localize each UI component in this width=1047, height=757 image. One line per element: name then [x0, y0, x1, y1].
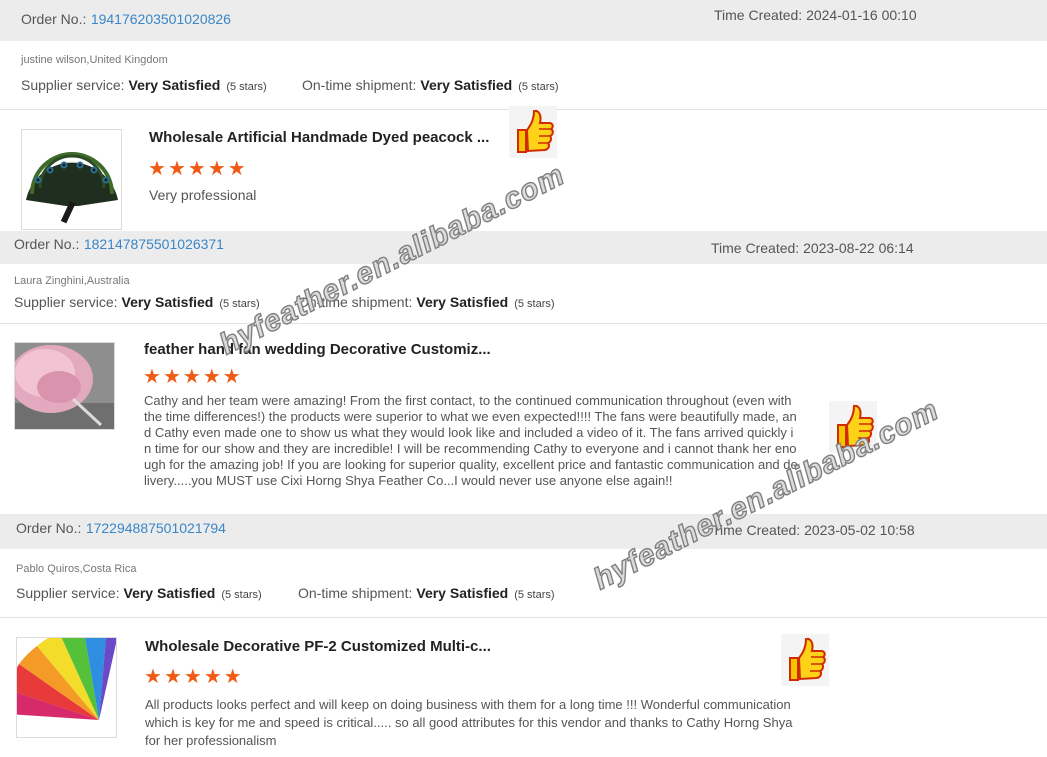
star-icon: ★: [183, 666, 204, 688]
product-thumbnail[interactable]: [16, 637, 117, 738]
shipment-stars: (5 stars): [514, 298, 555, 310]
star-icon: ★: [143, 366, 163, 388]
order-no-label: Order No.:: [21, 11, 87, 27]
star-icon: ★: [144, 666, 164, 688]
thumbs-up-icon: [781, 634, 829, 686]
product-title-link[interactable]: feather hand fan wedding Decorative Cust…: [144, 341, 491, 358]
supplier-service-value: Very Satisfied: [121, 294, 214, 310]
pink-feather-fan-image: [15, 343, 114, 429]
supplier-service-label: Supplier service:: [21, 77, 125, 93]
order-no-label: Order No.:: [16, 520, 82, 536]
star-icon: ★: [203, 666, 224, 688]
buyer-info: Pablo Quiros,Costa Rica: [16, 563, 137, 575]
peacock-fan-image: [26, 152, 118, 224]
review-comment: All products looks perfect and will keep…: [145, 697, 793, 748]
shipment-rating: On-time shipment: Very Satisfied (5 stars): [302, 77, 559, 93]
order-number-link[interactable]: 182147875501026371: [84, 236, 224, 252]
shipment-rating: On-time shipment: Very Satisfied (5 stars): [298, 585, 555, 601]
product-thumbnail[interactable]: [21, 129, 122, 230]
star-rating: ★★★★★: [144, 667, 244, 687]
supplier-service-label: Supplier service:: [16, 585, 120, 601]
thumbs-up-icon: [509, 106, 557, 158]
product-title-link[interactable]: Wholesale Artificial Handmade Dyed peaco…: [149, 129, 489, 146]
time-created-value: 2024-01-16 00:10: [806, 7, 917, 23]
supplier-service-rating: Supplier service: Very Satisfied (5 stars): [14, 294, 260, 310]
star-icon: ★: [182, 366, 203, 388]
supplier-service-label: Supplier service:: [14, 294, 118, 310]
supplier-service-stars: (5 stars): [221, 589, 262, 601]
rainbow-feather-fan-image: [17, 638, 116, 720]
star-icon: ★: [148, 158, 168, 180]
shipment-value: Very Satisfied: [420, 77, 513, 93]
review-comment: Very professional: [149, 187, 257, 203]
supplier-service-rating: Supplier service: Very Satisfied (5 stars): [21, 77, 267, 93]
order-number-link[interactable]: 194176203501020826: [91, 11, 231, 27]
time-created-value: 2023-05-02 10:58: [804, 522, 915, 538]
star-rating: ★★★★★: [148, 159, 248, 179]
star-icon: ★: [162, 366, 183, 388]
time-created: Time Created: 2023-08-22 06:14: [711, 240, 914, 256]
supplier-service-stars: (5 stars): [219, 298, 260, 310]
star-icon: ★: [167, 158, 188, 180]
star-icon: ★: [223, 666, 244, 688]
shipment-stars: (5 stars): [518, 81, 559, 93]
star-icon: ★: [202, 366, 223, 388]
star-icon: ★: [227, 158, 248, 180]
supplier-service-stars: (5 stars): [226, 81, 267, 93]
buyer-info: Laura Zinghini,Australia: [14, 275, 130, 287]
shipment-stars: (5 stars): [514, 589, 555, 601]
star-icon: ★: [187, 158, 208, 180]
product-thumbnail[interactable]: [14, 342, 115, 430]
shipment-label: On-time shipment:: [302, 77, 417, 93]
star-icon: ★: [207, 158, 228, 180]
star-icon: ★: [163, 666, 184, 688]
order-number: Order No.: 172294887501021794: [16, 520, 226, 538]
supplier-service-value: Very Satisfied: [128, 77, 221, 93]
review-comment: Cathy and her team were amazing! From th…: [144, 393, 798, 488]
supplier-service-rating: Supplier service: Very Satisfied (5 stars): [16, 585, 262, 601]
star-icon: ★: [222, 366, 243, 388]
order-no-label: Order No.:: [14, 236, 80, 252]
order-number: Order No.: 194176203501020826: [21, 11, 231, 29]
supplier-service-value: Very Satisfied: [123, 585, 216, 601]
order-number: Order No.: 182147875501026371: [14, 236, 224, 254]
buyer-info: justine wilson,United Kingdom: [21, 54, 168, 66]
time-created: Time Created: 2024-01-16 00:10: [714, 7, 917, 23]
time-created-value: 2023-08-22 06:14: [803, 240, 914, 256]
shipment-value: Very Satisfied: [416, 585, 509, 601]
shipment-value: Very Satisfied: [416, 294, 509, 310]
order-number-link[interactable]: 172294887501021794: [86, 520, 226, 536]
shipment-label: On-time shipment:: [298, 585, 413, 601]
time-created-label: Time Created:: [714, 7, 803, 23]
product-title-link[interactable]: Wholesale Decorative PF-2 Customized Mul…: [145, 638, 491, 655]
star-rating: ★★★★★: [143, 367, 243, 387]
time-created-label: Time Created:: [711, 240, 800, 256]
